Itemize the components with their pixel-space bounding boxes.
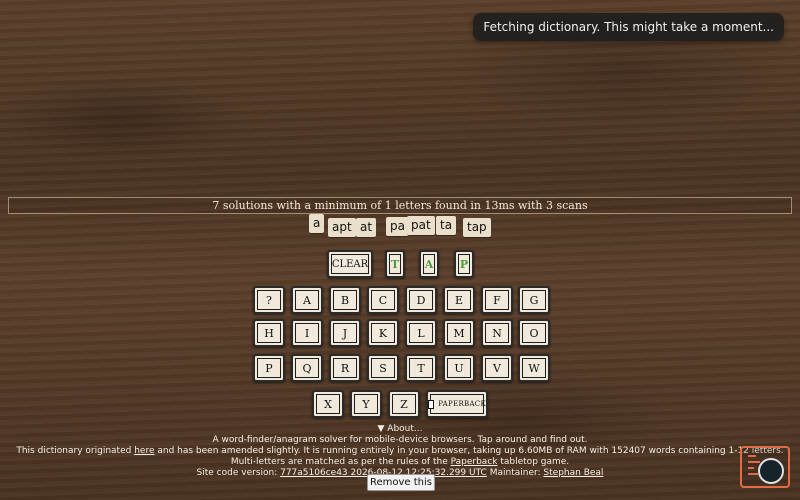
paperback-toggle[interactable]: PAPERBACK: [426, 390, 488, 418]
letter-key[interactable]: B: [329, 286, 361, 314]
word-result[interactable]: at: [356, 218, 377, 237]
maintainer-link[interactable]: Stephan Beal: [543, 468, 603, 478]
letter-key[interactable]: W: [518, 354, 550, 382]
multi-letter-rule: Multi-letters are matched as per the rul…: [0, 457, 800, 468]
word-result[interactable]: a: [309, 214, 325, 233]
selected-letter-a[interactable]: A: [419, 250, 439, 278]
toast-text: Fetching dictionary. This might take a m…: [483, 20, 774, 34]
origin-link[interactable]: here: [134, 446, 154, 456]
about-section: ▼ About... A word-finder/anagram solver …: [0, 424, 800, 479]
paperback-label: PAPERBACK: [438, 400, 486, 408]
selected-letter-t[interactable]: T: [385, 250, 405, 278]
letter-key[interactable]: D: [405, 286, 437, 314]
letter-key[interactable]: N: [481, 319, 513, 347]
dictionary-origin: This dictionary originated here and has …: [0, 446, 800, 457]
letter-key[interactable]: A: [291, 286, 323, 314]
about-toggle[interactable]: ▼ About...: [0, 424, 800, 435]
multi-suffix: tabletop game.: [497, 457, 570, 467]
letter-key[interactable]: F: [481, 286, 513, 314]
site-prefix: Site code version:: [196, 468, 281, 478]
word-result[interactable]: ta: [436, 216, 457, 235]
letter-key[interactable]: K: [367, 319, 399, 347]
letter-key[interactable]: H: [253, 319, 285, 347]
letter-key[interactable]: R: [329, 354, 361, 382]
letter-key[interactable]: T: [405, 354, 437, 382]
about-description: A word-finder/anagram solver for mobile-…: [212, 435, 588, 445]
solutions-summary: 7 solutions with a minimum of 1 letters …: [8, 197, 792, 214]
letter-key[interactable]: V: [481, 354, 513, 382]
origin-prefix: This dictionary originated: [16, 446, 135, 456]
letter-key[interactable]: G: [518, 286, 550, 314]
origin-suffix: and has been amended slightly. It is run…: [154, 446, 784, 456]
letter-key[interactable]: O: [518, 319, 550, 347]
word-result[interactable]: apt: [328, 218, 356, 237]
multi-prefix: Multi-letters are matched as per the rul…: [230, 457, 451, 467]
letter-key[interactable]: Q: [291, 354, 323, 382]
ghost-avatar-icon[interactable]: [758, 458, 784, 484]
letter-key[interactable]: ?: [253, 286, 285, 314]
letter-key[interactable]: E: [443, 286, 475, 314]
letter-key[interactable]: U: [443, 354, 475, 382]
letter-key[interactable]: L: [405, 319, 437, 347]
letter-key[interactable]: X: [312, 390, 344, 418]
letter-key[interactable]: Z: [388, 390, 420, 418]
status-toast: Fetching dictionary. This might take a m…: [473, 13, 784, 41]
maintainer-prefix: Maintainer:: [486, 468, 544, 478]
paperback-checkbox[interactable]: [428, 399, 435, 409]
selected-letter-p[interactable]: P: [454, 250, 474, 278]
letter-key[interactable]: M: [443, 319, 475, 347]
letter-key[interactable]: I: [291, 319, 323, 347]
letter-key[interactable]: P: [253, 354, 285, 382]
word-result[interactable]: pa: [386, 217, 409, 236]
letter-key[interactable]: C: [367, 286, 399, 314]
clear-button[interactable]: CLEAR: [327, 250, 373, 278]
letter-key[interactable]: S: [367, 354, 399, 382]
letter-key[interactable]: Y: [350, 390, 382, 418]
remove-this-button[interactable]: Remove this: [367, 474, 435, 491]
letter-key[interactable]: J: [329, 319, 361, 347]
word-result[interactable]: pat: [407, 216, 435, 235]
paperback-link[interactable]: Paperback: [451, 457, 498, 467]
word-result[interactable]: tap: [463, 218, 491, 237]
